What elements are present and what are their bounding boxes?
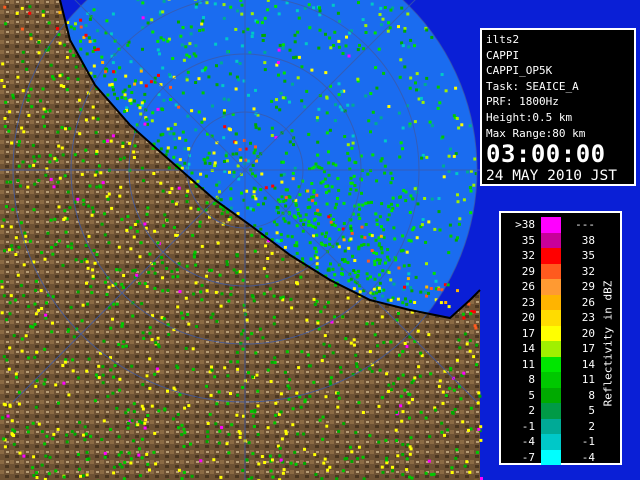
height-value: Height:0.5 km [486,110,573,124]
max-range-value: Max Range:80 km [486,126,586,140]
legend-swatch [541,325,561,341]
legend-high-label: -4 [581,450,595,464]
legend-low-label: 8 [528,373,535,386]
product-id: CAPPI_OP5K [486,64,553,78]
legend-swatch [541,418,561,434]
legend-low-label: 35 [521,233,535,247]
legend-high-label: 5 [588,404,595,417]
color-legend: >38 --- 35 38 32 35 29 32 26 29 23 26 20 23 17 20 14 17 11… [499,211,622,465]
legend-high-label: 14 [581,357,595,371]
legend-swatch [541,217,561,233]
legend-swatch [541,434,561,450]
observation-date: 24 MAY 2010 JST [486,168,617,185]
legend-high-label: 26 [581,295,595,309]
legend-swatch [541,372,561,388]
legend-low-label: -4 [521,435,535,448]
legend-swatch [541,232,561,248]
legend-swatch [541,310,561,326]
legend-swatch [541,263,561,279]
legend-high-label: 32 [581,264,595,278]
legend-low-label: 29 [521,264,535,278]
legend-low-label: >38 [515,218,535,231]
legend-high-label: 17 [581,342,595,355]
legend-high-label: 35 [581,249,595,262]
legend-high-label: --- [575,218,595,231]
legend-high-label: 23 [581,311,595,324]
legend-swatch [541,356,561,372]
info-panel: ilts2 CAPPI CAPPI_OP5K Task: SEAICE_A PR… [480,28,636,186]
legend-swatch [541,341,561,357]
legend-high-label: 20 [581,326,595,340]
legend-low-label: -1 [521,419,535,433]
legend-high-label: 2 [588,419,595,433]
legend-swatch [541,279,561,295]
legend-low-label: 26 [521,280,535,293]
observation-time: 03:00:00 [486,140,606,169]
legend-low-label: 17 [521,326,535,340]
legend-high-label: 38 [581,233,595,247]
legend-swatch [541,403,561,419]
legend-low-label: 5 [528,388,535,402]
legend-swatch [541,387,561,403]
legend-swatch [541,294,561,310]
legend-low-label: -7 [521,450,535,464]
site-name: ilts2 [486,33,520,46]
legend-swatches [541,217,561,465]
legend-swatch [541,449,561,465]
legend-high-label: 8 [588,388,595,402]
legend-high-label: 11 [581,373,595,386]
legend-high-label: 29 [581,280,595,293]
legend-low-label: 23 [521,295,535,309]
prf-value: PRF: 1800Hz [486,95,559,109]
legend-low-label: 20 [521,311,535,324]
legend-low-label: 14 [521,342,535,355]
task-name: Task: SEAICE_A [486,79,579,93]
legend-swatch [541,248,561,264]
legend-unit-label: Reflectivity in dBZ [601,280,615,406]
legend-low-label: 2 [528,404,535,417]
legend-low-label: 11 [521,357,535,371]
legend-high-label: -1 [581,435,595,448]
product-name: CAPPI [486,48,520,62]
legend-low-label: 32 [521,249,535,262]
